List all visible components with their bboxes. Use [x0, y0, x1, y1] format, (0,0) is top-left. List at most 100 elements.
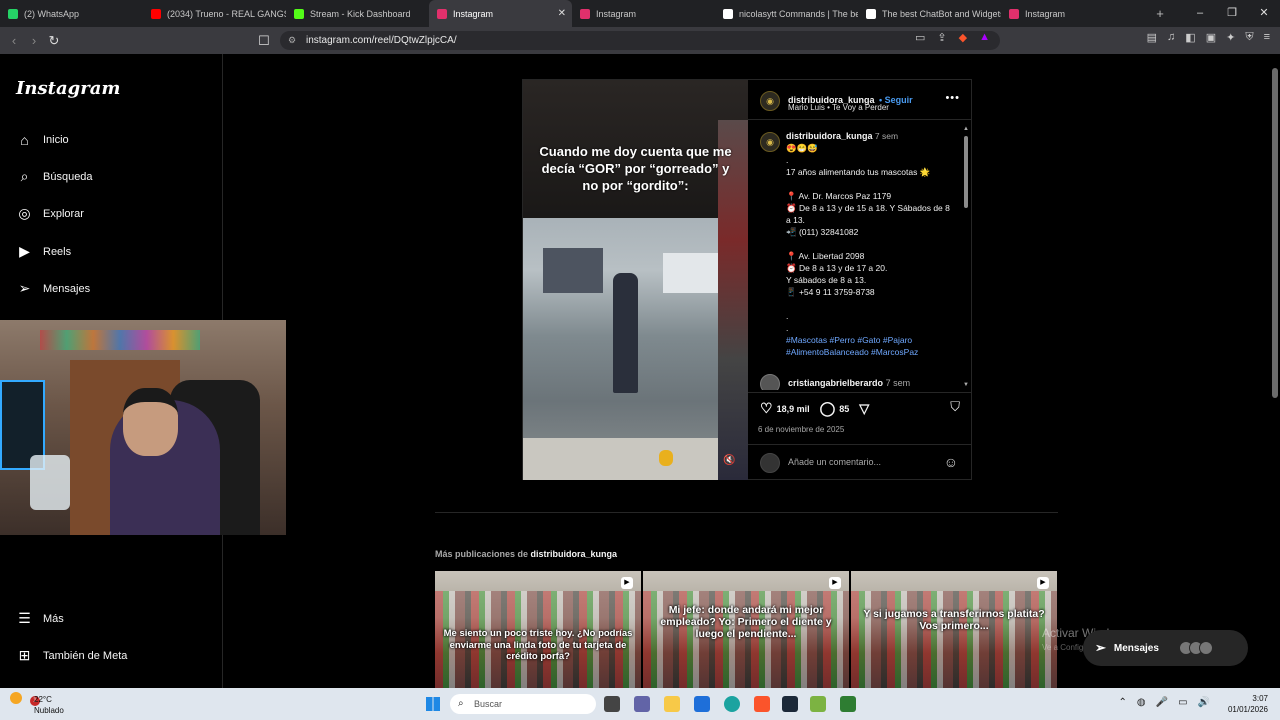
sidebar-item-búsqueda[interactable]: ⌕ Búsqueda — [16, 168, 93, 185]
app-icon[interactable] — [840, 696, 856, 712]
more-options-icon[interactable]: ••• — [945, 92, 960, 104]
browser-tab[interactable]: nicolasytt Commands | The be — [715, 0, 858, 27]
store-icon[interactable] — [694, 696, 710, 712]
android-icon[interactable] — [810, 696, 826, 712]
reload-icon[interactable]: ↻ — [44, 33, 64, 49]
tab-close-icon[interactable]: ✕ — [558, 8, 566, 19]
likes-count[interactable]: 18,9 mil — [777, 404, 810, 414]
browser-tab[interactable]: Instagram — [1001, 0, 1144, 27]
menu-icon[interactable]: ≡ — [1264, 31, 1270, 44]
comment-username[interactable]: cristiangabrielberardo — [788, 378, 883, 388]
reel-icon: ▶ — [621, 577, 633, 589]
clock-date: 01/01/2026 — [1227, 705, 1268, 714]
browser-tab[interactable]: Instagram ✕ — [429, 0, 572, 27]
comments-count: 85 — [839, 403, 850, 414]
taskbar-search-placeholder: Buscar — [474, 699, 503, 709]
scroll-up-icon[interactable]: ▲ — [963, 126, 969, 132]
more-posts-user[interactable]: distribuidora_kunga — [531, 549, 618, 559]
sidebar-toggle-icon[interactable]: ▤ — [1147, 31, 1157, 44]
share-icon[interactable]: ▽ — [859, 401, 869, 417]
cast-icon[interactable]: ▭ — [915, 31, 925, 44]
brave-rewards-icon[interactable]: ▲ — [979, 31, 990, 44]
avatar[interactable]: ◉ — [760, 132, 780, 152]
network-icon[interactable]: ▭ — [1178, 697, 1187, 708]
post-thumbnail[interactable]: ▶ Y si jugamos a transferirnos platita? … — [851, 571, 1057, 688]
browser-tab[interactable]: Stream - Kick Dashboard — [286, 0, 429, 27]
sidebar-item-label: Reels — [43, 245, 72, 258]
avatar[interactable] — [760, 374, 780, 390]
file-explorer-icon[interactable] — [664, 696, 680, 712]
back-icon[interactable]: ‹ — [4, 33, 24, 48]
clock[interactable]: 3:07 01/01/2026 — [1228, 693, 1268, 715]
search-icon: ⌕ — [458, 698, 464, 709]
save-icon[interactable]: ⛉ — [950, 399, 960, 415]
sidebar-item-label: Mensajes — [43, 282, 91, 295]
tray-app-icon[interactable]: ◍ — [1137, 697, 1146, 708]
forward-icon[interactable]: › — [24, 33, 44, 48]
weather-widget[interactable]: 1 22°C Nublado — [10, 692, 64, 715]
new-tab-icon[interactable]: + — [1150, 6, 1170, 21]
mute-icon[interactable]: 🔇 — [723, 455, 735, 466]
post-thumbnail[interactable]: ▶ Mi jefe: donde andará mi mejor emplead… — [643, 571, 849, 688]
instagram-logo[interactable]: Instagram — [16, 78, 120, 99]
comment-header: cristiangabrielberardo 7 sem — [788, 378, 910, 388]
reel-video[interactable]: Cuando me doy cuenta que me decía “GOR” … — [523, 80, 748, 480]
sidebar-item-mensajes[interactable]: ➢ Mensajes — [16, 280, 90, 297]
post-thumbnail[interactable]: ▶ Me siento un poco triste hoy. ¿No podr… — [435, 571, 641, 688]
comments-list[interactable]: ◉ distribuidora_kunga 7 sem 😍😁😅. 17 años … — [748, 124, 972, 390]
windows-start-icon[interactable] — [426, 697, 440, 711]
restore-icon[interactable]: ❐ — [1216, 0, 1248, 27]
task-view-icon[interactable] — [604, 696, 620, 712]
scroll-down-icon[interactable]: ▼ — [963, 382, 969, 388]
browser-tab[interactable]: (2) WhatsApp — [0, 0, 143, 27]
edge-icon[interactable] — [724, 696, 740, 712]
media-icon[interactable]: ♫ — [1167, 31, 1175, 44]
sidebar-item-inicio[interactable]: ⌂ Inicio — [16, 131, 68, 148]
tab-label: Instagram — [453, 8, 494, 19]
tab-favicon-icon — [294, 8, 304, 19]
page-scrollbar[interactable] — [1272, 58, 1278, 688]
sidebar-item-también-de-meta[interactable]: ⊞ También de Meta — [16, 647, 128, 664]
comments-scrollbar[interactable]: ▲ ▼ — [963, 126, 969, 390]
sidebar-item-label: Más — [43, 612, 64, 625]
tray-expand-icon[interactable]: ⌃ — [1119, 697, 1127, 708]
vpn-icon[interactable]: ⛨ — [1245, 31, 1253, 44]
share-icon[interactable]: ⇪ — [937, 31, 946, 44]
teams-icon[interactable] — [634, 696, 650, 712]
taskbar-search[interactable]: ⌕ Buscar — [450, 694, 596, 714]
avatar[interactable]: ◉ — [760, 91, 780, 111]
comment-input[interactable]: Añade un comentario... — [788, 457, 881, 467]
site-info-icon[interactable]: ⚙ — [288, 31, 296, 50]
close-window-icon[interactable]: ✕ — [1248, 0, 1280, 27]
mic-icon[interactable]: 🎤 — [1156, 697, 1168, 708]
hashtags[interactable]: #Mascotas #Perro #Gato #Pajaro #Alimento… — [786, 334, 956, 358]
panel-icon[interactable]: ◧ — [1185, 31, 1195, 44]
messages-button[interactable]: ➢ Mensajes — [1083, 630, 1248, 666]
sidebar-item-label: Búsqueda — [43, 170, 93, 183]
brave-icon[interactable] — [754, 696, 770, 712]
steam-icon[interactable] — [782, 696, 798, 712]
bookmark-page-icon[interactable]: ☐ — [254, 33, 274, 49]
sidebar-item-reels[interactable]: ▶ Reels — [16, 243, 71, 260]
comment-icon[interactable]: ◯ — [820, 400, 836, 417]
volume-icon[interactable]: 🔊 — [1198, 697, 1210, 708]
add-comment-bar: Añade un comentario... ☺ — [748, 444, 972, 480]
sidebar-item-más[interactable]: ☰ Más — [16, 610, 64, 627]
tab-favicon-icon — [151, 8, 161, 19]
brave-shield-icon[interactable]: ◆ — [959, 31, 967, 44]
weather-icon — [10, 692, 22, 704]
like-icon[interactable]: ♡ — [760, 400, 773, 417]
caption-username[interactable]: distribuidora_kunga — [786, 131, 873, 141]
browser-tab[interactable]: Instagram — [572, 0, 715, 27]
music-label[interactable]: Mario Luis • Te Voy a Perder — [788, 103, 889, 112]
ai-icon[interactable]: ✦ — [1226, 31, 1235, 44]
url-field[interactable]: ⚙ instagram.com/reel/DQtwZlpjcCA/ — [280, 31, 1000, 50]
emoji-icon[interactable]: ☺ — [944, 454, 958, 470]
windows-taskbar: 1 22°C Nublado ⌕ Buscar ⌃ ◍ 🎤 ▭ 🔊 3:07 0… — [0, 688, 1280, 720]
minimize-icon[interactable]: – — [1184, 0, 1216, 27]
browser-tab[interactable]: (2034) Trueno - REAL GANGSTA — [143, 0, 286, 27]
caption-line: 17 años alimentando tus mascotas 🌟 — [786, 167, 931, 177]
sidebar-item-explorar[interactable]: ◎ Explorar — [16, 205, 84, 222]
browser-tab[interactable]: The best ChatBot and Widgets — [858, 0, 1001, 27]
wallet-icon[interactable]: ▣ — [1206, 31, 1216, 44]
